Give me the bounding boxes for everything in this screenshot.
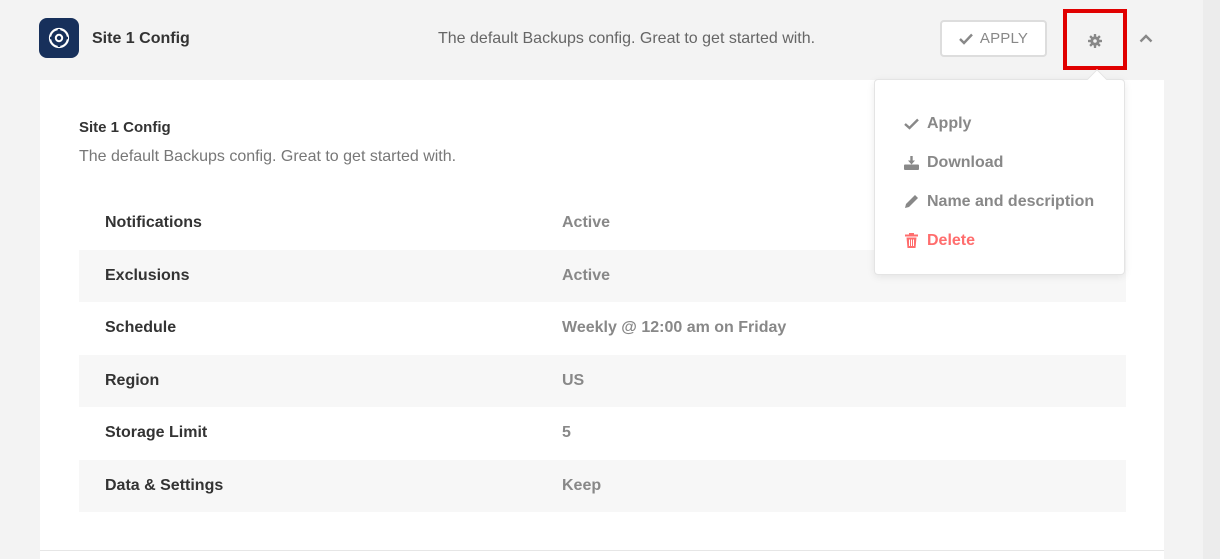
row-label: Exclusions [105, 266, 190, 284]
backup-logo-icon [48, 27, 70, 49]
site-logo [39, 18, 79, 58]
menu-item-label: Download [927, 153, 1004, 171]
download-icon [903, 155, 919, 171]
config-description: The default Backups config. Great to get… [438, 30, 816, 47]
scroll-gutter [1203, 0, 1220, 559]
row-label: Region [105, 371, 160, 389]
row-label: Schedule [105, 319, 177, 337]
table-row: Storage Limit 5 [79, 407, 1126, 460]
collapse-button[interactable] [1134, 26, 1158, 50]
divider [40, 550, 1164, 551]
pencil-icon [903, 194, 919, 210]
row-label: Storage Limit [105, 424, 208, 442]
check-icon [903, 116, 919, 132]
menu-item-delete[interactable]: Delete [875, 221, 1124, 260]
row-value: Active [562, 266, 611, 284]
detail-description: The default Backups config. Great to get… [79, 148, 457, 165]
table-row: Schedule Weekly @ 12:00 am on Friday [79, 302, 1126, 355]
menu-item-apply[interactable]: Apply [875, 104, 1124, 143]
gear-icon [1088, 33, 1102, 48]
menu-item-label: Name and description [927, 192, 1095, 210]
config-name: Site 1 Config [92, 30, 190, 47]
apply-button[interactable]: APPLY [940, 20, 1047, 57]
menu-item-download[interactable]: Download [875, 143, 1124, 182]
row-label: Notifications [105, 214, 202, 232]
detail-title: Site 1 Config [79, 119, 171, 136]
row-label: Data & Settings [105, 476, 224, 494]
row-value: 5 [562, 424, 571, 442]
table-row: Region US [79, 354, 1126, 407]
row-value: Active [562, 214, 611, 232]
menu-item-rename[interactable]: Name and description [875, 182, 1124, 221]
settings-gear-button[interactable] [1067, 13, 1123, 68]
menu-item-label: Delete [927, 231, 976, 249]
apply-button-label: APPLY [979, 30, 1029, 47]
row-value: Keep [562, 476, 602, 494]
check-icon [959, 33, 973, 45]
trash-icon [903, 233, 919, 249]
menu-item-label: Apply [927, 114, 972, 132]
row-value: US [562, 371, 585, 389]
chevron-up-icon [1139, 33, 1153, 42]
row-value: Weekly @ 12:00 am on Friday [562, 319, 787, 337]
table-row: Data & Settings Keep [79, 459, 1126, 512]
config-actions-menu: Apply Download Name and description Dele… [874, 79, 1125, 275]
